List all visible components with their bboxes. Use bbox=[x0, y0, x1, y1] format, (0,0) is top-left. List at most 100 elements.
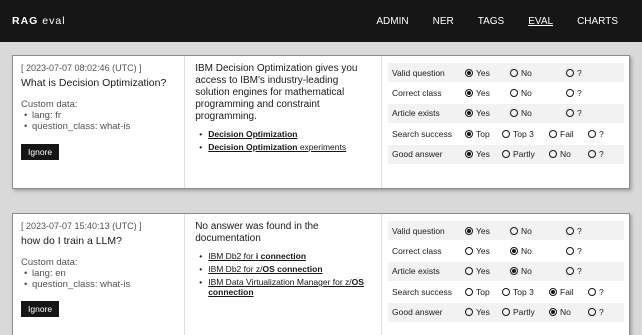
rating-grid: Valid question Yes No? Correct class Yes No? A… bbox=[388, 221, 624, 322]
rating-options: Yes No? bbox=[465, 246, 624, 256]
radio-button[interactable] bbox=[502, 129, 510, 138]
rating-row: Article exists Yes No? bbox=[388, 261, 624, 282]
radio-button[interactable] bbox=[566, 68, 574, 77]
rating-option-label: Yes bbox=[476, 149, 490, 160]
radio-button[interactable] bbox=[510, 226, 518, 235]
rating-option[interactable]: ? bbox=[588, 287, 604, 297]
rating-option[interactable]: ? bbox=[588, 129, 604, 139]
rating-option[interactable]: No bbox=[510, 68, 558, 78]
rating-option[interactable]: ? bbox=[566, 88, 582, 98]
radio-button[interactable] bbox=[588, 150, 596, 159]
rating-option[interactable]: Fail bbox=[549, 129, 585, 139]
question-timestamp: [ 2023-07-07 15:40:13 (UTC) ] bbox=[21, 221, 142, 231]
source-link[interactable]: Decision Optimization bbox=[208, 129, 297, 139]
rating-option[interactable]: Yes bbox=[465, 149, 499, 159]
radio-button[interactable] bbox=[588, 287, 596, 296]
radio-button[interactable] bbox=[566, 267, 574, 276]
rating-option-label: No bbox=[521, 246, 532, 257]
radio-button[interactable] bbox=[510, 247, 518, 256]
radio-button[interactable] bbox=[465, 247, 473, 256]
radio-button[interactable] bbox=[465, 129, 473, 138]
rating-option[interactable]: ? bbox=[566, 246, 582, 256]
rating-option[interactable]: Top 3 bbox=[502, 287, 547, 297]
rating-option[interactable]: Top 3 bbox=[502, 129, 547, 139]
app-brand[interactable]: RAG eval bbox=[12, 15, 66, 27]
radio-button[interactable] bbox=[549, 287, 557, 296]
source-link[interactable]: IBM Data Virtualization Manager for z/OS… bbox=[208, 277, 364, 297]
rating-option[interactable]: No bbox=[510, 246, 558, 256]
radio-button[interactable] bbox=[465, 150, 473, 159]
rating-option-label: ? bbox=[599, 286, 604, 297]
rating-option[interactable]: Yes bbox=[465, 68, 502, 78]
radio-button[interactable] bbox=[510, 109, 518, 118]
rating-option[interactable]: ? bbox=[566, 226, 582, 236]
radio-button[interactable] bbox=[588, 129, 596, 138]
rating-option[interactable]: Partly bbox=[502, 307, 547, 317]
rating-option[interactable]: No bbox=[510, 266, 558, 276]
rating-option[interactable]: ? bbox=[566, 108, 582, 118]
rating-row: Search success Top Top 3 Fail? bbox=[388, 282, 624, 301]
nav-eval[interactable]: EVAL bbox=[516, 16, 565, 27]
radio-button[interactable] bbox=[465, 68, 473, 77]
source-link-text: Decision Optimization bbox=[208, 142, 298, 152]
radio-button[interactable] bbox=[502, 150, 510, 159]
rating-option[interactable]: No bbox=[510, 88, 558, 98]
ignore-button[interactable]: Ignore bbox=[21, 144, 60, 160]
radio-button[interactable] bbox=[566, 89, 574, 98]
rating-option[interactable]: Yes bbox=[465, 108, 502, 118]
rating-option-label: Top 3 bbox=[513, 128, 534, 139]
radio-button[interactable] bbox=[566, 247, 574, 256]
radio-button[interactable] bbox=[549, 150, 557, 159]
rating-option[interactable]: Yes bbox=[465, 307, 499, 317]
radio-button[interactable] bbox=[510, 68, 518, 77]
source-link[interactable]: IBM Db2 for i connection bbox=[208, 251, 306, 261]
rating-option[interactable]: Fail bbox=[549, 287, 585, 297]
radio-button[interactable] bbox=[465, 267, 473, 276]
nav-charts[interactable]: CHARTS bbox=[565, 16, 630, 27]
rating-option[interactable]: ? bbox=[588, 307, 604, 317]
rating-option-label: No bbox=[560, 307, 571, 318]
rating-option[interactable]: ? bbox=[566, 68, 582, 78]
question-text: What is Decision Optimization? bbox=[21, 77, 167, 89]
radio-button[interactable] bbox=[465, 89, 473, 98]
eval-card-list: [ 2023-07-07 08:02:46 (UTC) ] What is De… bbox=[0, 42, 642, 335]
nav-ner[interactable]: NER bbox=[421, 16, 466, 27]
rating-option[interactable]: ? bbox=[566, 266, 582, 276]
radio-button[interactable] bbox=[465, 308, 473, 317]
rating-option[interactable]: No bbox=[510, 108, 558, 118]
ignore-button[interactable]: Ignore bbox=[21, 301, 60, 317]
radio-button[interactable] bbox=[465, 287, 473, 296]
rating-option[interactable]: Yes bbox=[465, 226, 502, 236]
nav-admin[interactable]: ADMIN bbox=[364, 16, 420, 27]
rating-option[interactable]: No bbox=[549, 149, 585, 159]
radio-button[interactable] bbox=[510, 89, 518, 98]
source-link-item: Decision Optimization bbox=[195, 129, 373, 139]
radio-button[interactable] bbox=[549, 129, 557, 138]
rating-option-label: Partly bbox=[513, 307, 535, 318]
radio-button[interactable] bbox=[588, 308, 596, 317]
rating-option[interactable]: Yes bbox=[465, 266, 502, 276]
rating-option[interactable]: Partly bbox=[502, 149, 547, 159]
rating-option-label: ? bbox=[577, 88, 582, 99]
source-link[interactable]: Decision Optimization experiments bbox=[208, 142, 346, 152]
radio-button[interactable] bbox=[566, 109, 574, 118]
radio-button[interactable] bbox=[465, 109, 473, 118]
rating-option[interactable]: Top bbox=[465, 287, 499, 297]
source-link-text: IBM Data Virtualization Manager for z/ bbox=[208, 277, 352, 287]
rating-option[interactable]: ? bbox=[588, 149, 604, 159]
radio-button[interactable] bbox=[502, 287, 510, 296]
source-link[interactable]: IBM Db2 for z/OS connection bbox=[208, 264, 322, 274]
rating-option[interactable]: No bbox=[549, 307, 585, 317]
rating-option[interactable]: Yes bbox=[465, 88, 502, 98]
radio-button[interactable] bbox=[465, 226, 473, 235]
radio-button[interactable] bbox=[510, 267, 518, 276]
radio-button[interactable] bbox=[549, 308, 557, 317]
custom-data-list: lang: en question_class: what-is bbox=[21, 268, 176, 290]
radio-button[interactable] bbox=[502, 308, 510, 317]
rating-option-label: No bbox=[521, 225, 532, 236]
rating-option[interactable]: Yes bbox=[465, 246, 502, 256]
nav-tags[interactable]: TAGS bbox=[466, 16, 516, 27]
rating-option[interactable]: Top bbox=[465, 129, 499, 139]
radio-button[interactable] bbox=[566, 226, 574, 235]
rating-option[interactable]: No bbox=[510, 226, 558, 236]
